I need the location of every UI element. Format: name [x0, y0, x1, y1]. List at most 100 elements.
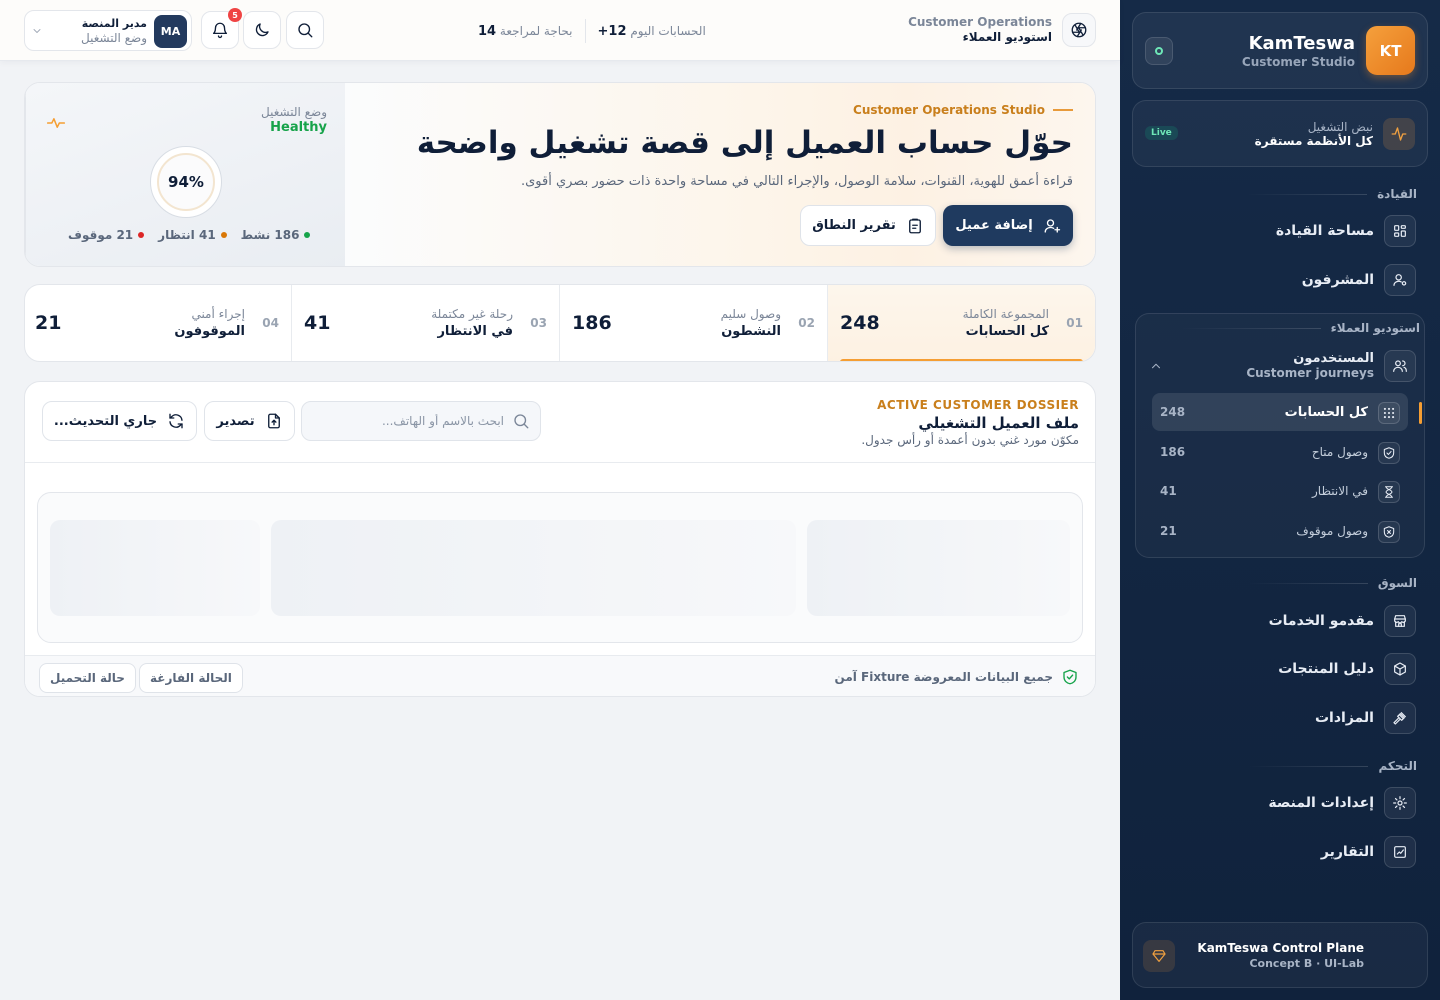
search-input[interactable]: [324, 414, 504, 428]
legend-text: 186 نشط: [240, 228, 300, 242]
pulse-icon: [46, 113, 66, 133]
loading-state-button[interactable]: حالة التحميل: [39, 663, 136, 693]
legend-suspended: 21 موقوف: [68, 228, 145, 242]
dossier-footer: جميع البيانات المعروضة Fixture آمن الحال…: [25, 655, 1095, 696]
store-icon: [1384, 605, 1416, 637]
brand-name: KamTeswa: [1248, 33, 1355, 54]
review-label: بحاجة لمراجعة: [499, 23, 573, 38]
pulse-title: نبض التشغيل: [1307, 120, 1373, 134]
tab-caption: المجموعة الكاملة: [962, 307, 1049, 321]
scope-report-label: تقرير النطاق: [812, 218, 896, 233]
refresh-label: جاري التحديث...: [53, 413, 158, 429]
users-icon: [1384, 350, 1416, 382]
aperture-icon[interactable]: [1062, 13, 1096, 47]
pulse-subtitle: كل الأنظمة مستقرة: [1254, 134, 1373, 148]
control-plane-card: KamTeswa Control Plane Concept B · UI-La…: [1132, 922, 1428, 988]
nav-catalog[interactable]: دليل المنتجات: [1144, 651, 1416, 687]
hero-main: Customer Operations Studio حوّل حساب الع…: [343, 83, 1095, 266]
sub-item-count: 248: [1160, 405, 1186, 419]
nav-users[interactable]: المستخدمون Customer journeys: [1144, 347, 1416, 385]
chevron-up-icon[interactable]: [1149, 359, 1163, 373]
export-button[interactable]: تصدير: [204, 401, 295, 441]
operations-pulse-card: نبض التشغيل كل الأنظمة مستقرة Live: [1132, 100, 1428, 167]
sub-item-count: 41: [1160, 484, 1177, 498]
tab-number: 03: [530, 316, 547, 330]
export-label: تصدير: [216, 413, 255, 429]
tab-caption: رحلة غير مكتملة: [431, 307, 513, 321]
search-button[interactable]: [286, 11, 324, 49]
hero-eyebrow: Customer Operations Studio: [853, 103, 1073, 117]
empty-state-button[interactable]: الحالة الفارغة: [139, 663, 243, 693]
nav-label: مقدمو الخدمات: [1268, 613, 1374, 629]
bell-icon: [212, 22, 228, 39]
nav-platform-settings[interactable]: إعدادات المنصة: [1144, 785, 1416, 821]
chart-icon: [1384, 836, 1416, 868]
nav-supervisors[interactable]: المشرفون: [1144, 262, 1416, 298]
divider: [584, 19, 586, 43]
brand-card: KT KamTeswa Customer Studio: [1132, 12, 1428, 89]
tab-all-accounts[interactable]: 01 المجموعة الكاملة كل الحسابات 248: [827, 285, 1095, 361]
nav-reports[interactable]: التقارير: [1144, 834, 1416, 870]
section-market: السوق: [1248, 576, 1417, 590]
avatar: MA: [154, 15, 187, 48]
users-subtitle: Customer journeys: [1246, 366, 1374, 380]
loading-skeleton: [37, 492, 1083, 643]
sub-item-label: كل الحسابات: [1284, 404, 1368, 420]
sidebar: KT KamTeswa Customer Studio نبض التشغيل …: [1120, 0, 1440, 1000]
topbar: Customer Operations استوديو العملاء الحس…: [0, 0, 1120, 61]
gavel-icon: [1384, 702, 1416, 734]
skeleton-block: [271, 520, 796, 616]
box-icon: [1384, 653, 1416, 685]
sub-item-access-available[interactable]: وصول متاح 186: [1152, 433, 1408, 471]
nav-auctions[interactable]: المزادات: [1144, 700, 1416, 736]
add-customer-label: إضافة عميل: [955, 218, 1033, 233]
fixture-text: جميع البيانات المعروضة Fixture آمن: [834, 670, 1053, 684]
nav-providers[interactable]: مقدمو الخدمات: [1144, 603, 1416, 639]
sub-item-count: 186: [1160, 445, 1186, 459]
legend-text: 41 انتظار: [158, 228, 216, 242]
tab-label: في الانتظار: [437, 324, 513, 339]
sub-item-label: في الانتظار: [1312, 484, 1368, 498]
add-customer-button[interactable]: إضافة عميل: [943, 205, 1073, 246]
scope-report-button[interactable]: تقرير النطاق: [800, 205, 936, 246]
sub-item-label: وصول موقوف: [1296, 524, 1368, 538]
search-field[interactable]: [301, 401, 541, 441]
sub-item-waiting[interactable]: في الانتظار 41: [1152, 472, 1408, 510]
user-plus-icon: [1044, 218, 1060, 233]
live-badge: Live: [1145, 126, 1178, 140]
sub-item-all-accounts[interactable]: كل الحسابات 248: [1152, 393, 1422, 431]
divider: [25, 462, 1095, 463]
today-label: الحسابات اليوم: [630, 23, 706, 38]
profile-menu[interactable]: MA مدير المنصة وضع التشغيل: [24, 10, 192, 51]
tab-active-users[interactable]: 02 وصول سليم النشطون 186: [559, 285, 827, 361]
tab-caption: وصول سليم: [720, 307, 781, 321]
grid-icon: [1384, 215, 1416, 247]
dossier-title: ملف العميل التشغيلي: [918, 414, 1079, 432]
nav-command-space[interactable]: مساحة القيادة: [1144, 213, 1416, 249]
brand-subtitle: Customer Studio: [1241, 55, 1355, 69]
ops-mode-label: وضع التشغيل: [261, 105, 327, 119]
refresh-button[interactable]: جاري التحديث...: [42, 401, 197, 441]
theme-toggle-button[interactable]: [243, 11, 281, 49]
dossier-subtitle: مكوّن مورد غني بدون أعمدة أو رأس جدول.: [861, 433, 1079, 447]
nav-label: إعدادات المنصة: [1268, 795, 1374, 811]
tab-label: كل الحسابات: [965, 324, 1049, 339]
topbar-title: Customer Operations: [908, 15, 1052, 29]
sub-item-access-suspended[interactable]: وصول موقوف 21: [1152, 512, 1408, 550]
status-toggle-icon[interactable]: [1145, 37, 1173, 65]
tab-waiting[interactable]: 03 رحلة غير مكتملة في الانتظار 41: [291, 285, 559, 361]
nav-label: المشرفون: [1301, 272, 1374, 288]
fixture-notice: جميع البيانات المعروضة Fixture آمن: [835, 668, 1079, 686]
dot-red: [138, 232, 145, 238]
file-export-icon: [267, 413, 280, 429]
sub-item-label: وصول متاح: [1311, 445, 1368, 459]
profile-name: مدير المنصة: [81, 17, 147, 30]
tab-suspended[interactable]: 04 إجراء أمني الموقوفون 21: [25, 285, 291, 361]
status-legend: 186 نشط 41 انتظار 21 موقوف: [68, 228, 311, 242]
gear-icon: [1384, 787, 1416, 819]
tab-label: الموقوفون: [174, 324, 245, 339]
refresh-icon: [169, 413, 183, 429]
ops-mode-value: Healthy: [270, 120, 327, 135]
user-settings-icon: [1384, 264, 1416, 296]
notifications-button[interactable]: 5: [201, 8, 242, 49]
